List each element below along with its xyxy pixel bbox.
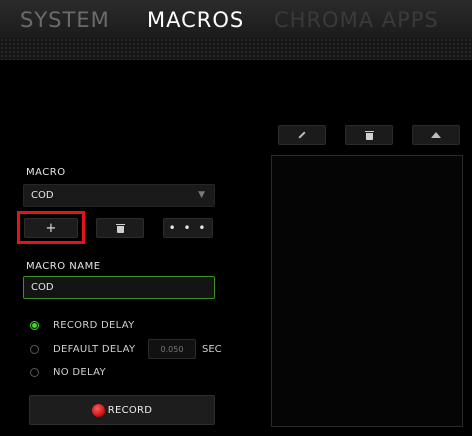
- header-pattern-strip: [0, 38, 472, 60]
- top-nav-bar: SYSTEM MACROS CHROMA APPS: [0, 0, 472, 38]
- radio-no-delay-label: NO DELAY: [53, 366, 106, 378]
- record-button[interactable]: RECORD: [29, 395, 215, 425]
- pencil-icon: [298, 131, 306, 139]
- more-icon: • • •: [168, 221, 208, 235]
- macro-label: MACRO: [26, 167, 66, 178]
- radio-default-delay[interactable]: DEFAULT DELAY: [30, 342, 135, 356]
- macro-name-label: MACRO NAME: [26, 261, 101, 272]
- radio-record-delay-indicator[interactable]: [30, 320, 39, 330]
- delete-macro-button[interactable]: [96, 218, 144, 238]
- plus-icon: +: [45, 220, 57, 236]
- more-options-button[interactable]: • • •: [163, 218, 213, 238]
- arrow-up-icon: [431, 132, 441, 138]
- radio-no-delay-indicator[interactable]: [30, 367, 39, 377]
- move-up-button[interactable]: [412, 125, 460, 145]
- radio-default-delay-indicator[interactable]: [30, 344, 39, 354]
- trash-icon: [115, 223, 125, 233]
- tab-macros[interactable]: MACROS: [147, 6, 244, 34]
- delay-unit-label: SEC: [202, 344, 222, 355]
- macro-dropdown[interactable]: COD ▼: [23, 184, 215, 207]
- radio-no-delay[interactable]: NO DELAY: [30, 365, 106, 379]
- radio-record-delay[interactable]: RECORD DELAY: [30, 318, 135, 332]
- chevron-down-icon: ▼: [198, 190, 205, 200]
- default-delay-input[interactable]: [148, 339, 196, 359]
- edit-event-button[interactable]: [278, 125, 326, 145]
- record-button-label: RECORD: [107, 404, 153, 416]
- trash-icon: [364, 130, 374, 140]
- radio-record-delay-label: RECORD DELAY: [53, 319, 135, 331]
- delete-event-button[interactable]: [345, 125, 393, 145]
- add-macro-button[interactable]: +: [24, 218, 78, 238]
- macro-name-input[interactable]: [23, 276, 215, 299]
- macro-events-panel[interactable]: [271, 155, 463, 427]
- macro-dropdown-value: COD: [31, 190, 54, 201]
- record-dot-icon: [91, 403, 105, 417]
- tab-system[interactable]: SYSTEM: [20, 6, 110, 34]
- tab-chroma-apps[interactable]: CHROMA APPS: [274, 6, 439, 34]
- radio-default-delay-label: DEFAULT DELAY: [53, 343, 136, 355]
